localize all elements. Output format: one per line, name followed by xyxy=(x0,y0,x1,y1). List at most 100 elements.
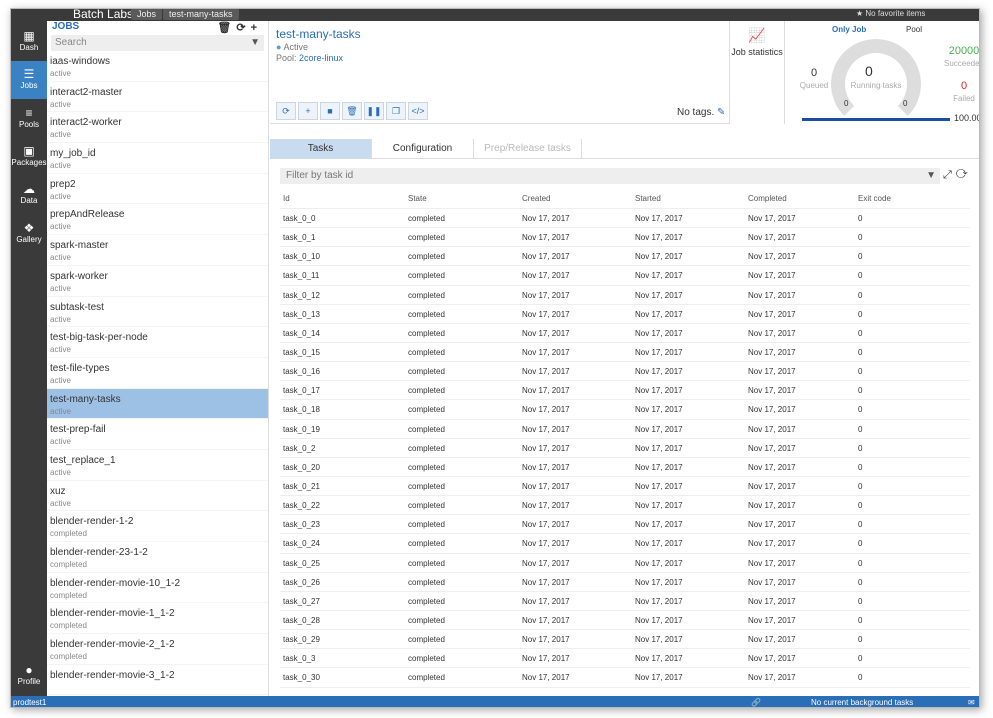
list-item[interactable]: spark-master active xyxy=(47,235,268,266)
chart-icon: 📈 xyxy=(748,27,766,43)
table-row[interactable]: task_0_1 completed Nov 17, 2017 Nov 17, 201… xyxy=(280,228,970,248)
nav-profile[interactable]: ● Profile xyxy=(11,657,47,695)
task-state: completed xyxy=(408,481,445,491)
table-row[interactable]: task_0_24 completed Nov 17, 2017 Nov 17, 20… xyxy=(280,534,970,554)
table-row[interactable]: task_0_12 completed Nov 17, 2017 Nov 17, 20… xyxy=(280,286,970,305)
table-row[interactable]: task_0_28 completed Nov 17, 2017 Nov 17, 20… xyxy=(280,611,970,631)
col-state[interactable]: State xyxy=(408,189,427,208)
code-button[interactable]: </> xyxy=(408,102,428,120)
list-item[interactable]: iaas-windows active xyxy=(47,51,268,82)
list-item[interactable]: my_job_id active xyxy=(47,143,268,174)
list-item[interactable]: prepAndRelease active xyxy=(47,204,268,236)
tab-tasks[interactable]: Tasks xyxy=(270,139,372,159)
list-item[interactable]: blender-render-1-2 completed xyxy=(47,511,268,542)
mail-icon[interactable]: ✉ xyxy=(968,696,975,707)
col-started[interactable]: Started xyxy=(635,189,661,208)
list-item[interactable]: prep2 active xyxy=(47,174,268,205)
table-row[interactable]: task_0_17 completed Nov 17, 2017 Nov 17, 20… xyxy=(280,381,970,401)
table-row[interactable]: task_0_25 completed Nov 17, 2017 Nov 17, 20… xyxy=(280,554,970,573)
add-task-button[interactable]: + xyxy=(298,102,318,120)
table-row[interactable]: task_0_27 completed Nov 17, 2017 Nov 17, 20… xyxy=(280,592,970,611)
account-name[interactable]: prodtest1 xyxy=(13,696,46,707)
list-item[interactable]: xuz active xyxy=(47,481,268,512)
nav-gallery-label: Gallery xyxy=(16,235,42,244)
edit-tags-icon[interactable]: ✎ xyxy=(717,107,725,118)
background-tasks[interactable]: No current background tasks xyxy=(811,696,913,707)
col-exit-code[interactable]: Exit code xyxy=(858,189,891,208)
link-icon[interactable]: 🔗 xyxy=(751,696,761,707)
col-completed[interactable]: Completed xyxy=(748,189,787,208)
jobs-search-input[interactable]: Search ▼ xyxy=(51,35,264,51)
table-row[interactable]: task_0_0 completed Nov 17, 2017 Nov 17, 201… xyxy=(280,209,970,229)
table-row[interactable]: task_0_18 completed Nov 17, 2017 Nov 17, 20… xyxy=(280,400,970,420)
task-state: completed xyxy=(408,501,445,511)
job-state: active xyxy=(50,161,71,171)
list-item[interactable]: blender-render-movie-2_1-2 completed xyxy=(47,634,268,665)
filter-icon[interactable]: ▼ xyxy=(926,168,936,184)
task-created: Nov 17, 2017 xyxy=(522,673,570,683)
table-row[interactable]: task_0_19 completed Nov 17, 2017 Nov 17, 20… xyxy=(280,420,970,439)
table-row[interactable]: task_0_26 completed Nov 17, 2017 Nov 17, 20… xyxy=(280,573,970,592)
task-exit-code: 0 xyxy=(858,615,863,625)
refresh-icon[interactable]: ⟳ xyxy=(956,169,972,181)
favorites-menu[interactable]: ★ No favorite items xyxy=(856,9,925,18)
table-row[interactable]: task_0_11 completed Nov 17, 2017 Nov 17, 20… xyxy=(280,266,970,286)
table-row[interactable]: task_0_20 completed Nov 17, 2017 Nov 17, 20… xyxy=(280,458,970,477)
list-item[interactable]: subtask-test active xyxy=(47,297,268,328)
table-row[interactable]: task_0_2 completed Nov 17, 2017 Nov 17, 201… xyxy=(280,439,970,458)
table-row[interactable]: task_0_3 completed Nov 17, 2017 Nov 17, 201… xyxy=(280,649,970,669)
nav-pools[interactable]: ≡ Pools xyxy=(11,100,47,138)
list-item[interactable]: interact2-worker active xyxy=(47,112,268,144)
breadcrumb-jobs[interactable]: Jobs xyxy=(131,9,163,20)
list-item[interactable]: blender-render-movie-1_1-2 completed xyxy=(47,603,268,635)
list-item[interactable]: blender-render-movie-10_1-2 completed xyxy=(47,573,268,604)
col-created[interactable]: Created xyxy=(522,189,550,208)
table-row[interactable]: task_0_29 completed Nov 17, 2017 Nov 17, 20… xyxy=(280,630,970,650)
stop-button[interactable]: ■ xyxy=(320,102,340,120)
list-item[interactable]: blender-render-movie-3_1-2 xyxy=(47,665,268,696)
add-icon[interactable]: + xyxy=(251,22,262,34)
table-row[interactable]: task_0_14 completed Nov 17, 2017 Nov 17, 20… xyxy=(280,324,970,343)
job-name: test-file-types xyxy=(50,362,110,374)
table-row[interactable]: task_0_13 completed Nov 17, 2017 Nov 17, 20… xyxy=(280,305,970,324)
delete-icon[interactable]: 🗑 xyxy=(217,22,236,34)
list-item[interactable]: test-file-types active xyxy=(47,358,268,389)
expand-icon[interactable]: ⤢ xyxy=(943,169,956,181)
pause-button[interactable]: ❚❚ xyxy=(364,102,384,120)
table-row[interactable]: task_0_15 completed Nov 17, 2017 Nov 17, 20… xyxy=(280,343,970,363)
nav-gallery[interactable]: ❖ Gallery xyxy=(11,215,47,253)
col-id[interactable]: Id xyxy=(283,189,290,208)
filter-icon[interactable]: ▼ xyxy=(250,35,260,51)
tab-pool[interactable]: Pool xyxy=(906,25,922,34)
list-item[interactable]: blender-render-23-1-2 completed xyxy=(47,542,268,573)
refresh-button[interactable]: ⟳ xyxy=(276,102,296,120)
table-row[interactable]: task_0_22 completed Nov 17, 2017 Nov 17, 20… xyxy=(280,496,970,516)
list-item[interactable]: interact2-master active xyxy=(47,82,268,113)
list-item[interactable]: test_replace_1 active xyxy=(47,450,268,481)
job-statistics-button[interactable]: 📈 Job statistics xyxy=(729,21,785,124)
clone-button[interactable]: ❐ xyxy=(386,102,406,120)
task-filter-input[interactable]: Filter by task id ▼ xyxy=(280,168,940,184)
table-row[interactable]: task_0_21 completed Nov 17, 2017 Nov 17, 20… xyxy=(280,477,970,497)
table-row[interactable]: task_0_10 completed Nov 17, 2017 Nov 17, 20… xyxy=(280,247,970,267)
task-completed: Nov 17, 2017 xyxy=(748,596,796,606)
delete-button[interactable]: 🗑 xyxy=(342,102,362,120)
nav-packages[interactable]: ▣ Packages xyxy=(11,138,47,176)
table-row[interactable]: task_0_23 completed Nov 17, 2017 Nov 17, 20… xyxy=(280,515,970,535)
refresh-icon[interactable]: ⟳ xyxy=(236,22,250,34)
nav-jobs[interactable]: ☰ Jobs xyxy=(11,61,47,99)
pool-link[interactable]: 2core-linux xyxy=(299,53,343,63)
task-started: Nov 17, 2017 xyxy=(635,233,683,243)
tab-only-job[interactable]: Only Job xyxy=(832,25,866,34)
list-item[interactable]: test-big-task-per-node active xyxy=(47,327,268,358)
breadcrumb-job[interactable]: test-many-tasks xyxy=(163,9,239,20)
nav-data[interactable]: ☁ Data xyxy=(11,176,47,214)
tab-configuration[interactable]: Configuration xyxy=(372,139,474,159)
table-body: task_0_0 completed Nov 17, 2017 Nov 17, 201… xyxy=(280,209,970,688)
list-item[interactable]: test-prep-fail active xyxy=(47,419,268,450)
list-item[interactable]: test-many-tasks active xyxy=(47,388,268,420)
list-item[interactable]: spark-worker active xyxy=(47,266,268,297)
nav-dash[interactable]: ▦ Dash xyxy=(11,23,47,61)
table-row[interactable]: task_0_30 completed Nov 17, 2017 Nov 17, 20… xyxy=(280,668,970,688)
table-row[interactable]: task_0_16 completed Nov 17, 2017 Nov 17, 20… xyxy=(280,362,970,382)
